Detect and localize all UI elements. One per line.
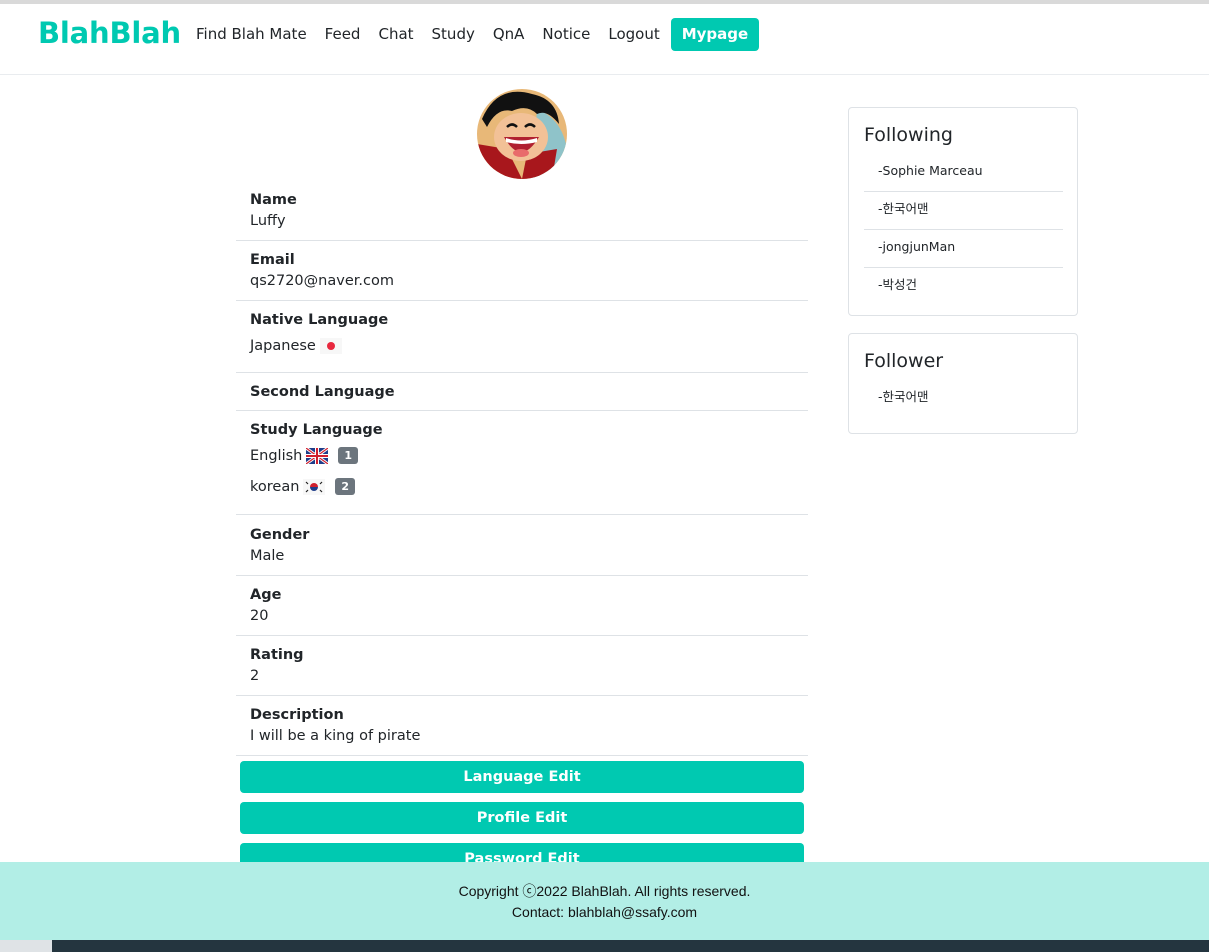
footer: Copyright ⓒ2022 BlahBlah. All rights res… [0, 862, 1209, 940]
navbar: BlahBlah Find Blah Mate Feed Chat Study … [0, 4, 1209, 75]
name-value: Luffy [250, 213, 286, 229]
os-taskbar [0, 940, 1209, 952]
brand-logo[interactable]: BlahBlah [38, 16, 181, 50]
footer-contact: Contact: blahblah@ssafy.com [511, 904, 698, 920]
uk-flag-icon [306, 447, 329, 464]
korea-flag-icon [303, 478, 326, 495]
native-language-label: Native Language [250, 312, 389, 328]
name-label: Name [250, 192, 297, 208]
nav-mypage-button[interactable]: Mypage [670, 18, 760, 51]
study-language-name: English [250, 447, 303, 464]
nav-feed[interactable]: Feed [325, 18, 361, 51]
study-level-badge: 1 [338, 447, 359, 464]
following-item[interactable]: -한국어맨 [864, 192, 1063, 230]
nav-links: Find Blah Mate Feed Chat Study QnA Notic… [196, 18, 760, 51]
gender-row: Gender Male [236, 515, 808, 576]
rating-value: 2 [250, 668, 260, 684]
following-item[interactable]: -Sophie Marceau [864, 154, 1063, 192]
email-value: qs2720@naver.com [250, 273, 394, 289]
nav-chat[interactable]: Chat [378, 18, 413, 51]
native-language-row: Native Language Japanese [236, 301, 808, 373]
following-card: Following -Sophie Marceau -한국어맨 -jongjun… [848, 107, 1078, 316]
japan-flag-icon [319, 337, 342, 354]
language-edit-button[interactable]: Language Edit [240, 761, 804, 793]
rating-row: Rating 2 [236, 636, 808, 696]
email-label: Email [250, 252, 295, 268]
gender-label: Gender [250, 527, 310, 543]
profile-edit-button[interactable]: Profile Edit [240, 802, 804, 834]
age-row: Age 20 [236, 576, 808, 636]
description-row: Description I will be a king of pirate [236, 696, 808, 756]
second-language-row: Second Language [236, 373, 808, 411]
following-item[interactable]: -jongjunMan [864, 230, 1063, 268]
nav-find-blah-mate[interactable]: Find Blah Mate [196, 18, 307, 51]
study-language-item: korean 2 [250, 471, 794, 502]
follower-card: Follower -한국어맨 [848, 333, 1078, 434]
footer-copyright: Copyright ⓒ2022 BlahBlah. All rights res… [458, 883, 751, 899]
native-language-name: Japanese [250, 337, 316, 354]
following-title: Following [864, 124, 953, 146]
nav-qna[interactable]: QnA [493, 18, 525, 51]
study-language-row: Study Language English 1 korean 2 [236, 411, 808, 515]
email-row: Email qs2720@naver.com [236, 241, 808, 301]
second-language-label: Second Language [250, 384, 395, 400]
following-item[interactable]: -박성건 [864, 268, 1063, 305]
follower-item[interactable]: -한국어맨 [864, 380, 1063, 417]
study-language-label: Study Language [250, 422, 383, 438]
nav-study[interactable]: Study [432, 18, 475, 51]
study-language-item: English 1 [250, 440, 794, 471]
follower-title: Follower [864, 350, 944, 372]
os-taskbar-start [0, 940, 52, 952]
description-label: Description [250, 707, 344, 723]
native-language-value: Japanese [250, 330, 794, 361]
study-language-name: korean [250, 478, 300, 495]
name-row: Name Luffy [236, 184, 808, 241]
gender-value: Male [250, 548, 285, 564]
profile-avatar [477, 89, 567, 179]
nav-notice[interactable]: Notice [542, 18, 590, 51]
age-value: 20 [250, 608, 269, 624]
age-label: Age [250, 587, 282, 603]
rating-label: Rating [250, 647, 304, 663]
avatar-image [477, 89, 567, 179]
study-level-badge: 2 [335, 478, 356, 495]
nav-logout[interactable]: Logout [608, 18, 659, 51]
description-value: I will be a king of pirate [250, 728, 421, 744]
profile-details: Name Luffy Email qs2720@naver.com Native… [236, 184, 808, 884]
